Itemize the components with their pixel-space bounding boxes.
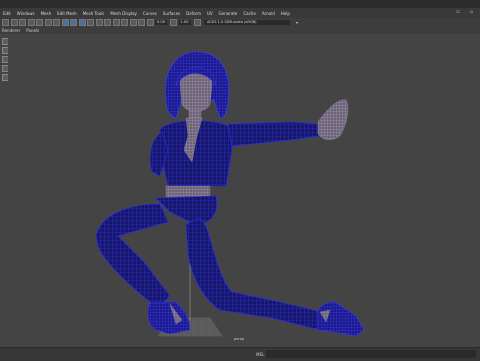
hand-mesh [317,99,349,140]
camera-label: persp [234,337,244,341]
scene-render [95,51,365,337]
face-mesh [179,73,213,112]
mel-label[interactable]: MEL [256,352,264,357]
right-arm-mesh [227,121,321,147]
command-input[interactable] [266,350,476,358]
left-shoe-mesh [147,301,191,335]
command-line: MEL [0,347,480,361]
character-model[interactable] [95,51,365,337]
